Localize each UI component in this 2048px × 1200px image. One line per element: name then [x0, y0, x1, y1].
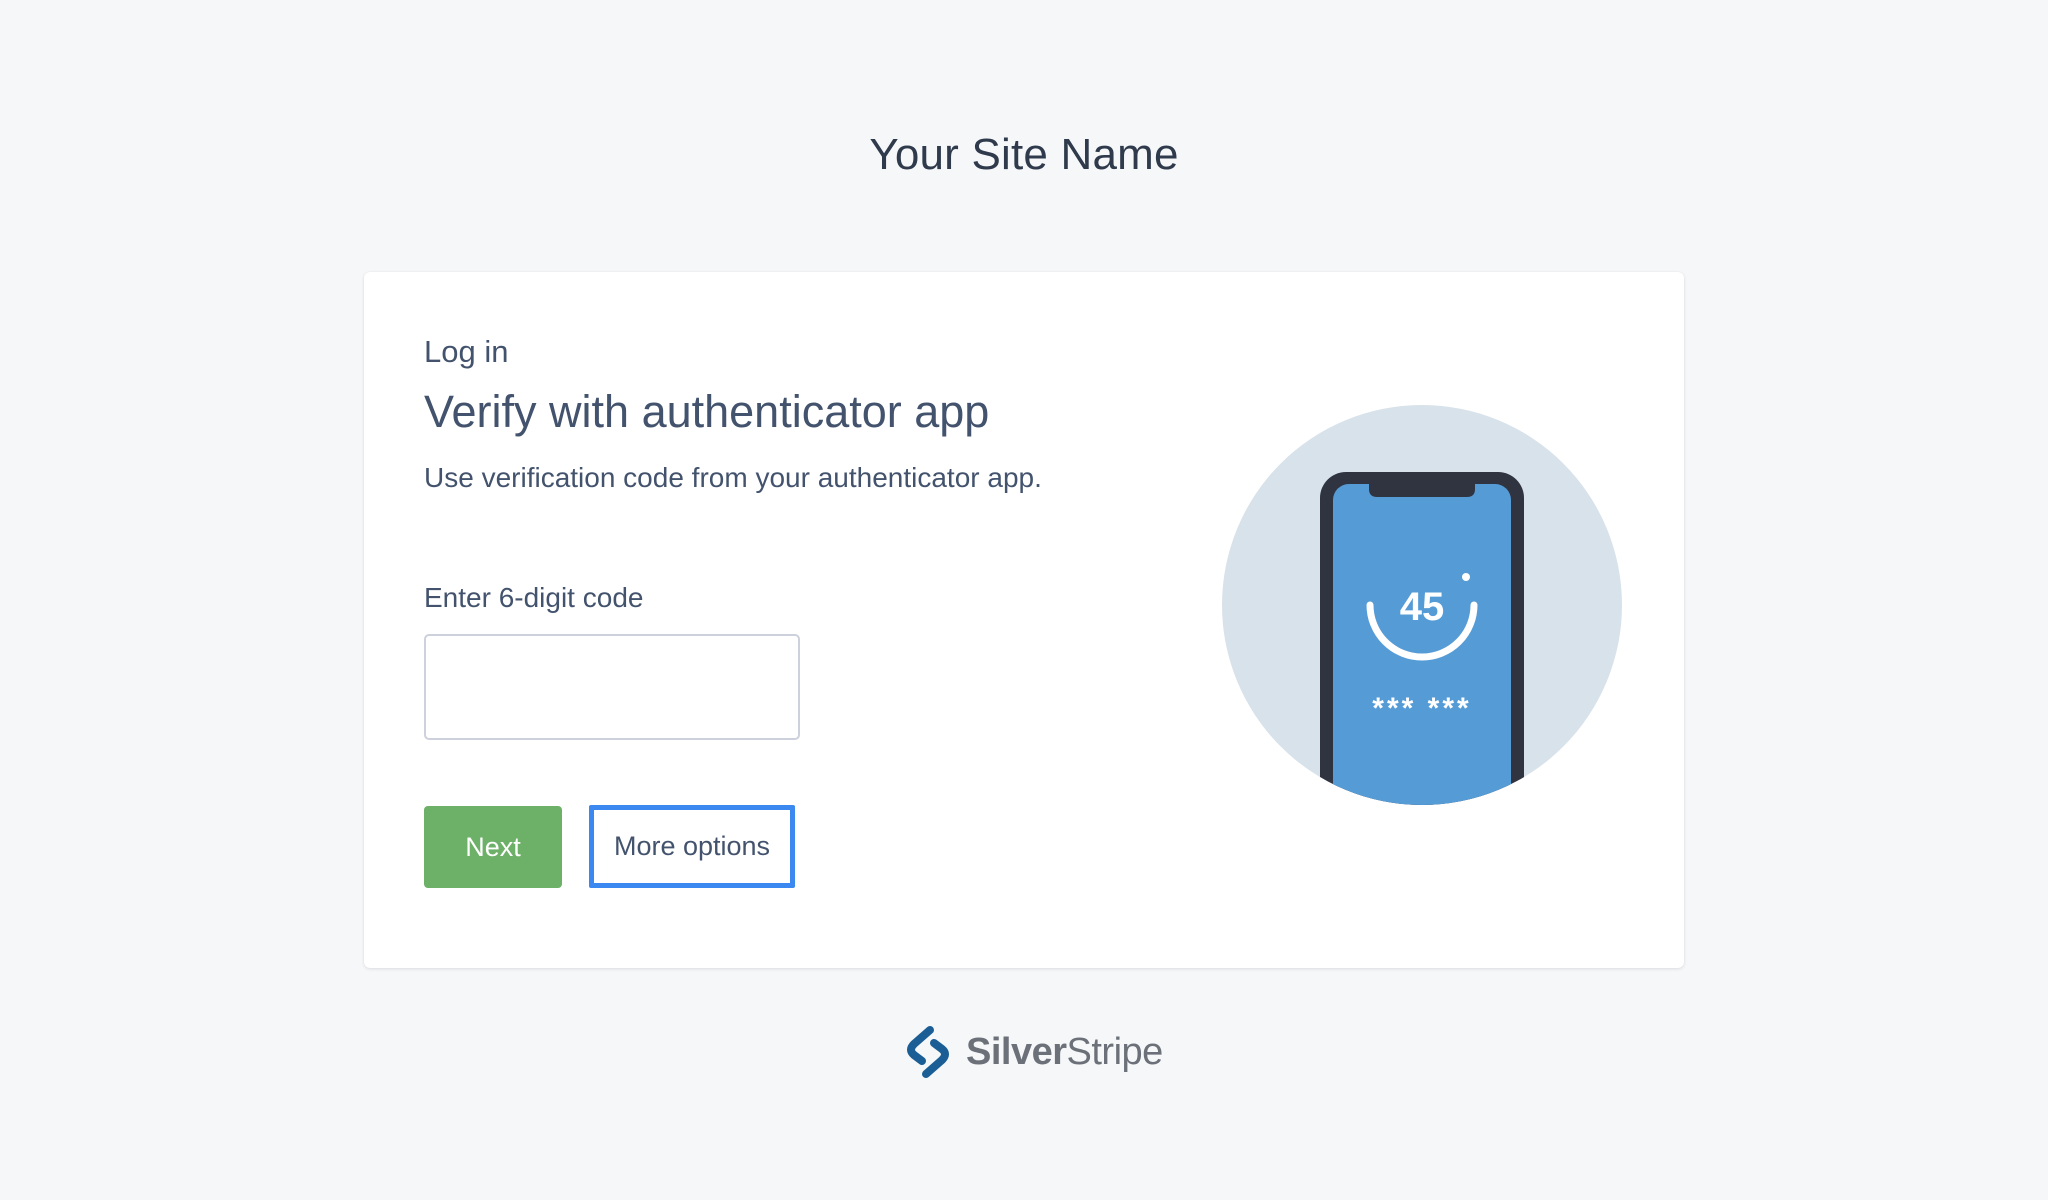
site-name: Your Site Name [869, 130, 1179, 179]
logo-wordmark-light: Stripe [1066, 1030, 1164, 1073]
logo-wordmark: SilverStripe [966, 1031, 1163, 1074]
more-options-button[interactable]: More options [589, 805, 795, 888]
phone-screen [1333, 484, 1511, 805]
page-title: Verify with authenticator app [424, 386, 990, 437]
phone-authenticator-icon: 45 *** *** [1222, 405, 1622, 805]
breadcrumb-login: Log in [424, 334, 509, 369]
logo-wordmark-bold: Silver [966, 1030, 1067, 1073]
code-input[interactable] [424, 634, 800, 740]
timer-dot [1462, 573, 1470, 581]
timer-value: 45 [1400, 585, 1445, 629]
masked-code: *** *** [1372, 692, 1471, 725]
next-button[interactable]: Next [424, 806, 562, 888]
phone-notch [1369, 484, 1475, 497]
silverstripe-logo: SilverStripe [900, 1024, 1163, 1080]
page-description: Use verification code from your authenti… [424, 462, 1042, 493]
code-field-label: Enter 6-digit code [424, 582, 644, 613]
silverstripe-logo-icon [907, 1026, 949, 1078]
login-card: Log in Verify with authenticator app Use… [364, 272, 1684, 968]
